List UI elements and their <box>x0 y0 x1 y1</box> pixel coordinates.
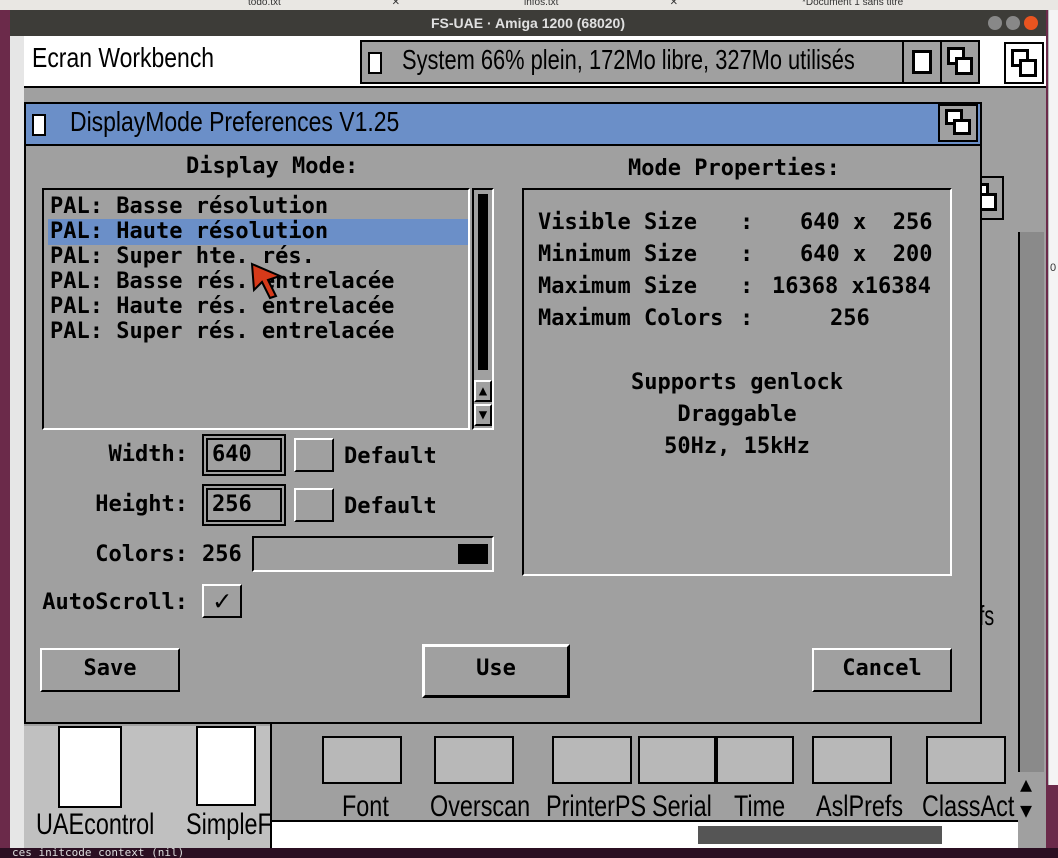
property-colon: : <box>740 306 754 331</box>
property-colon: : <box>740 274 754 299</box>
prefs-icon <box>322 736 402 784</box>
width-default-label: Default <box>344 444 437 469</box>
drawer-vertical-scrollbar[interactable] <box>1018 232 1044 772</box>
host-tab[interactable]: todo.txt ✕ <box>138 0 400 10</box>
mode-properties-panel: Visible Size Minimum Size Maximum Size M… <box>522 188 952 576</box>
prefs-icon <box>926 736 1006 784</box>
drawer-horizontal-scrollbar[interactable] <box>272 820 1018 848</box>
host-background-window: 0 <box>1048 10 1058 785</box>
mode-properties-heading: Mode Properties: <box>628 156 840 181</box>
minimize-icon[interactable] <box>988 16 1002 30</box>
arrow-down-icon[interactable]: ▼ <box>474 404 492 426</box>
list-scrollbar[interactable]: ▲ ▼ <box>472 188 494 430</box>
fsuae-titlebar[interactable]: FS-UAE · Amiga 1200 (68020) <box>10 10 1046 36</box>
prefs-icon <box>812 736 892 784</box>
close-gadget-icon[interactable] <box>368 52 382 74</box>
property-colon: : <box>740 242 754 267</box>
drive-info: System 66% plein, 172Mo libre, 327Mo uti… <box>402 44 855 75</box>
window-titlebar[interactable]: DisplayMode Preferences V1.25 <box>26 104 980 146</box>
prefs-icon <box>552 736 632 784</box>
feature-line: Supports genlock <box>631 370 843 395</box>
height-label: Height: <box>95 492 188 517</box>
arrow-up-icon[interactable]: ▲ <box>1020 772 1032 796</box>
host-tab[interactable]: *Document 1 sans titre <box>680 0 1058 10</box>
autoscroll-label: AutoScroll: <box>42 590 188 615</box>
display-mode-heading: Display Mode: <box>186 154 359 179</box>
arrow-down-icon[interactable]: ▼ <box>1020 798 1032 822</box>
scroll-knob[interactable] <box>698 826 942 844</box>
host-terminal-text: ces initcode context (nil) <box>0 848 1058 858</box>
height-field[interactable]: 256 <box>202 484 286 526</box>
depth-gadget-icon[interactable] <box>938 104 978 142</box>
cancel-button[interactable]: Cancel <box>812 648 952 692</box>
prefs-icon <box>716 736 794 784</box>
fsuae-title: FS-UAE · Amiga 1200 (68020) <box>431 15 625 31</box>
prefs-icon <box>638 736 716 784</box>
magnifier-icon <box>196 726 256 806</box>
depth-gadget-icon[interactable] <box>940 40 980 84</box>
maximize-icon[interactable] <box>1006 16 1020 30</box>
width-label: Width: <box>108 442 188 467</box>
property-value: 640 x 256 <box>800 210 933 235</box>
property-row: Minimum Size <box>538 242 697 267</box>
screen-depth-icon[interactable] <box>1004 42 1044 84</box>
uaecontrol-icon <box>58 726 122 808</box>
use-button[interactable]: Use <box>422 644 570 698</box>
property-row: Maximum Size <box>538 274 697 299</box>
slider-knob[interactable] <box>458 544 488 564</box>
property-row: Visible Size <box>538 210 697 235</box>
colors-slider[interactable] <box>252 536 494 572</box>
fsuae-window: FS-UAE · Amiga 1200 (68020) Ecran Workbe… <box>10 10 1046 848</box>
property-value: 16368 x16384 <box>772 274 931 299</box>
colors-value: 256 <box>202 542 242 567</box>
autoscroll-checkbox[interactable]: ✓ <box>202 584 242 618</box>
height-default-label: Default <box>344 494 437 519</box>
host-editor-tabs: todo.txt ✕ infos.txt ✕ *Document 1 sans ti… <box>0 0 1058 10</box>
zoom-gadget-icon[interactable] <box>902 40 942 84</box>
height-default-checkbox[interactable] <box>294 488 334 522</box>
property-value: 256 <box>830 306 870 331</box>
feature-line: 50Hz, 15kHz <box>664 434 810 459</box>
save-button[interactable]: Save <box>40 648 180 692</box>
close-icon[interactable] <box>1024 16 1038 30</box>
property-row: Maximum Colors <box>538 306 724 331</box>
displaymode-window: DisplayMode Preferences V1.25 Display Mo… <box>24 102 982 724</box>
mode-list-item[interactable]: PAL: Haute résolution <box>48 219 468 245</box>
mouse-pointer-icon <box>250 262 283 300</box>
scroll-knob[interactable] <box>478 194 488 370</box>
property-value: 640 x 200 <box>800 242 933 267</box>
prefs-icon <box>434 736 514 784</box>
host-tab[interactable]: infos.txt ✕ <box>402 0 678 10</box>
mode-list-item[interactable]: PAL: Super rés. entrelacée <box>48 319 468 345</box>
screen-title: Ecran Workbench <box>32 42 215 73</box>
close-icon[interactable]: ✕ <box>670 0 678 8</box>
drive-info-window-bar[interactable]: System 66% plein, 172Mo libre, 327Mo uti… <box>360 40 920 84</box>
amiga-screen: Ecran Workbench System 66% plein, 172Mo … <box>24 36 1046 848</box>
width-default-checkbox[interactable] <box>294 438 334 472</box>
window-body: Display Mode: Mode Properties: PAL: Bass… <box>26 146 980 722</box>
window-title: DisplayMode Preferences V1.25 <box>70 106 400 137</box>
display-mode-list[interactable]: PAL: Basse résolution PAL: Haute résoluti… <box>42 188 470 430</box>
close-gadget-icon[interactable] <box>32 114 46 136</box>
checkmark-icon: ✓ <box>213 584 231 617</box>
feature-line: Draggable <box>677 402 797 427</box>
mode-list-item[interactable]: PAL: Basse résolution <box>48 194 468 220</box>
arrow-up-icon[interactable]: ▲ <box>474 380 492 402</box>
property-colon: : <box>740 210 754 235</box>
close-icon[interactable]: ✕ <box>392 0 400 8</box>
drawer-scroll-arrows: ▲ ▼ <box>1018 772 1042 848</box>
workbench-screen-bar[interactable]: Ecran Workbench System 66% plein, 172Mo … <box>24 36 1046 88</box>
colors-label: Colors: <box>95 542 188 567</box>
width-field[interactable]: 640 <box>202 434 286 476</box>
